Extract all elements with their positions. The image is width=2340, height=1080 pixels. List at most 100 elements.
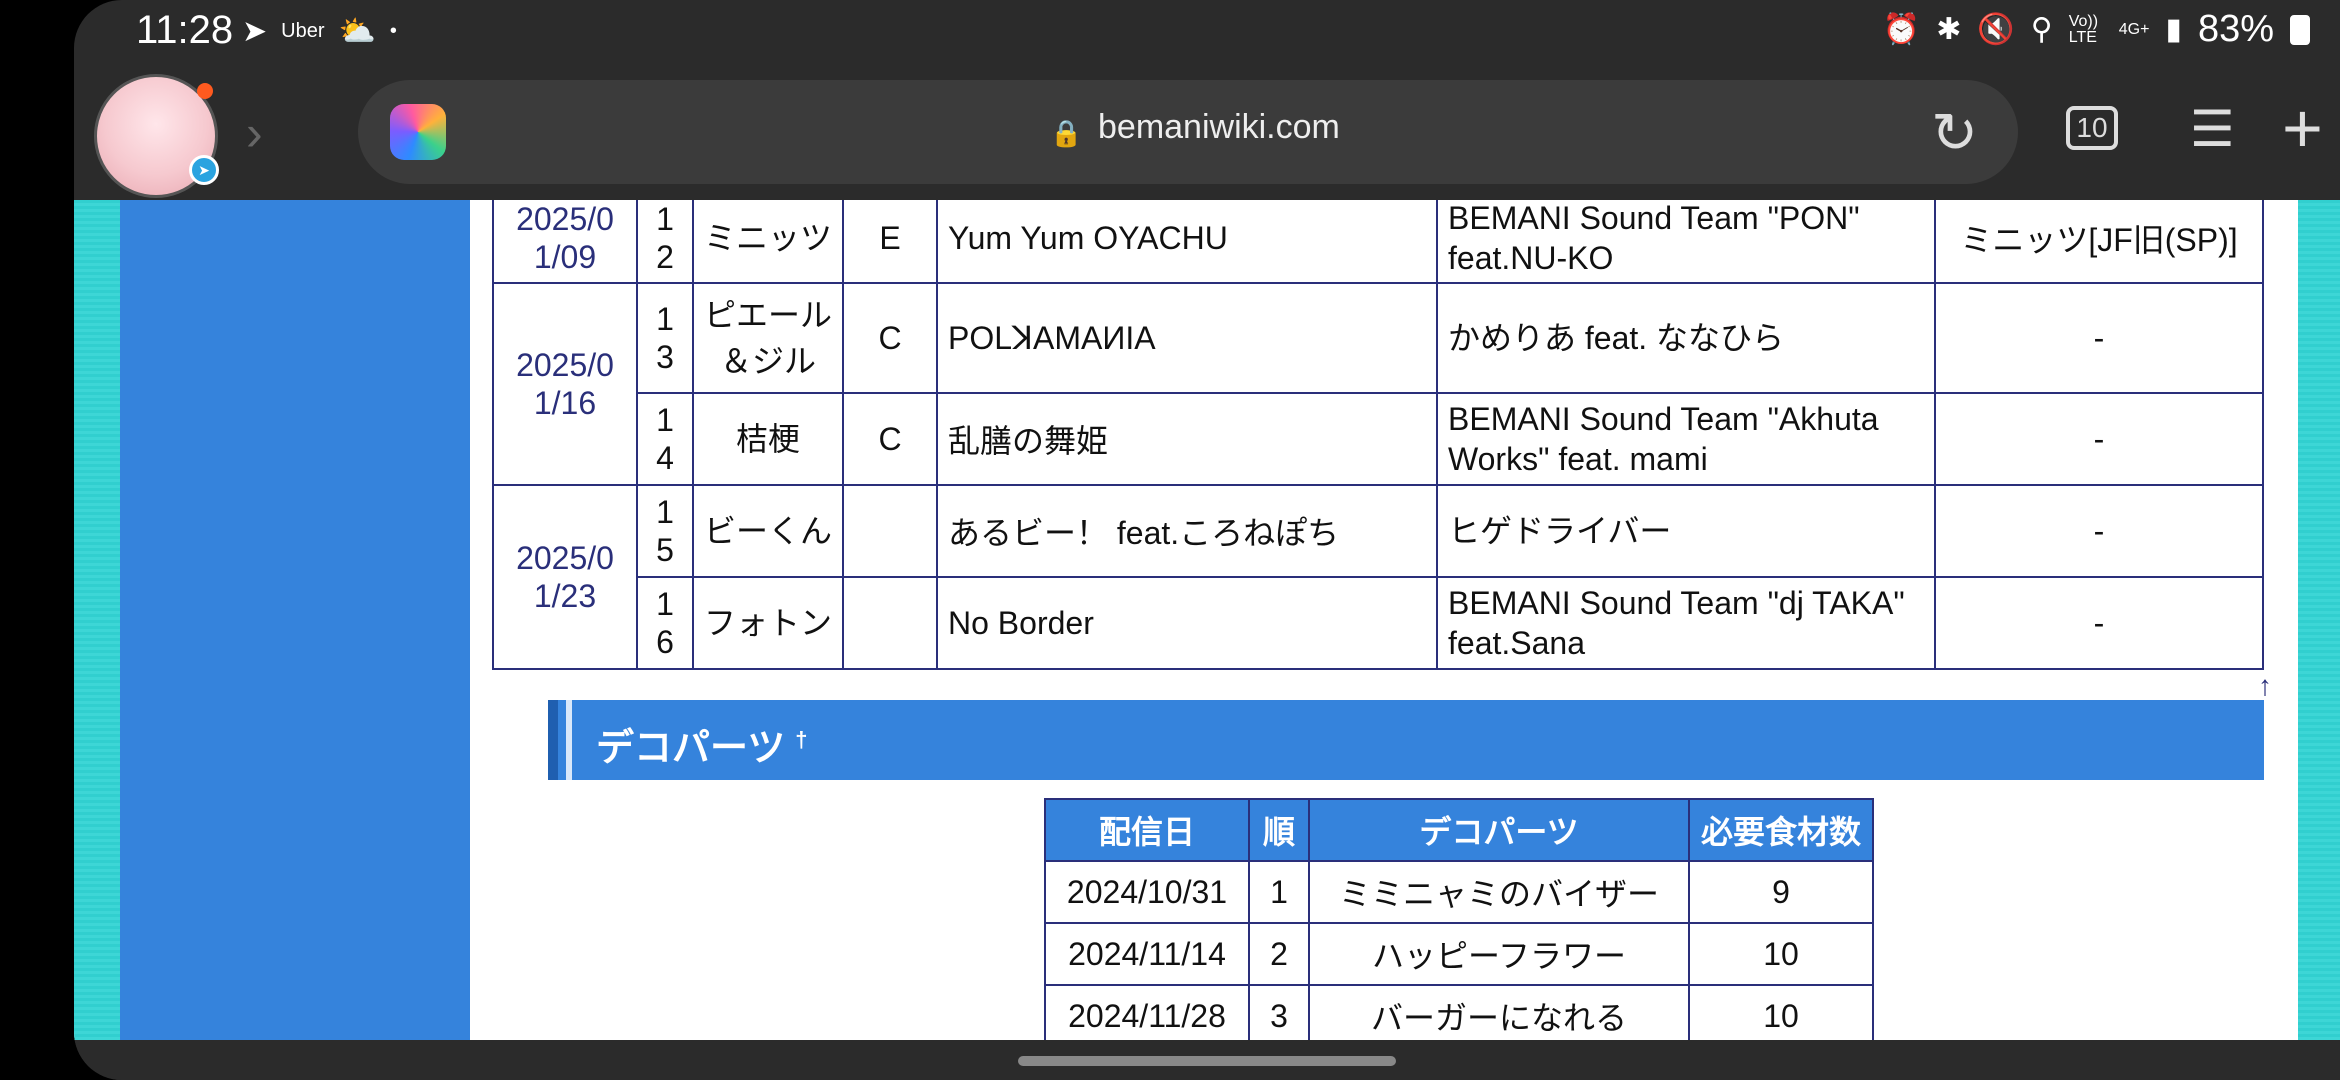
unlock-cell: - xyxy=(1934,282,2264,394)
back-to-top-link[interactable]: ↑ xyxy=(2258,670,2272,702)
song-title-cell: POLꓘAMAИIA xyxy=(936,282,1438,394)
location-icon: ⚲ xyxy=(2030,13,2053,46)
section-heading-bar: デコパーツ † xyxy=(548,700,2264,780)
column-header: 必要食材数 xyxy=(1688,798,1874,862)
section-heading: デコパーツ † xyxy=(566,700,808,780)
artist-cell: BEMANI Sound Team "dj TAKA" feat.Sana xyxy=(1436,576,1936,670)
notification-dot: • xyxy=(389,20,397,42)
character-cell: フォトン xyxy=(692,576,844,670)
page-main: 2025/0 1/09 1 2 ミニッツ E Yum Yum OYACHU BE… xyxy=(470,200,2298,1040)
order-cell: 1 3 xyxy=(636,282,694,394)
difficulty-cell xyxy=(842,484,938,578)
order-cell: 2 xyxy=(1248,922,1310,986)
home-gesture-handle[interactable] xyxy=(1018,1056,1396,1066)
date-cell: 2024/11/14 xyxy=(1044,922,1250,986)
date-cell: 2025/0 1/16 xyxy=(492,282,638,486)
lock-icon[interactable]: 🔒 xyxy=(1050,118,1082,149)
song-title-cell: Yum Yum OYACHU xyxy=(936,200,1438,284)
volte-icon: Vo)) LTE xyxy=(2068,12,2099,46)
forward-icon[interactable]: › xyxy=(246,104,263,162)
new-tab-icon[interactable]: + xyxy=(2282,88,2323,168)
status-left-icons: ➤ Uber ⛅ • xyxy=(242,14,397,49)
order-cell: 1 xyxy=(1248,860,1310,924)
table-row: 1 6 フォトン No Border BEMANI Sound Team "dj… xyxy=(493,576,2264,670)
page-sidebar xyxy=(120,200,470,1040)
telegram-badge-icon: ➤ xyxy=(189,155,219,185)
unlock-cell: - xyxy=(1934,484,2264,578)
status-time: 11:28 xyxy=(136,8,234,52)
browser-toolbar: ➤ › 🔒 bemaniwiki.com ↻ 10 ☰ + xyxy=(74,66,2340,200)
mute-icon: 🔇 xyxy=(1977,13,2015,46)
deco-part-cell: バーガーになれる xyxy=(1308,984,1690,1040)
unlock-cell: - xyxy=(1934,392,2264,486)
url-text[interactable]: bemaniwiki.com xyxy=(1098,108,1340,147)
reload-icon[interactable]: ↻ xyxy=(1931,100,1978,166)
telegram-icon: ➤ xyxy=(242,15,268,48)
difficulty-cell: C xyxy=(842,282,938,394)
date-cell: 2025/0 1/23 xyxy=(492,484,638,670)
table-row: 2025/0 1/09 1 2 ミニッツ E Yum Yum OYACHU BE… xyxy=(492,200,2264,284)
artist-cell: BEMANI Sound Team "PON" feat.NU-KO xyxy=(1436,200,1936,284)
address-bar[interactable]: 🔒 bemaniwiki.com ↻ xyxy=(358,80,2018,184)
table-header-row: 配信日 順 デコパーツ 必要食材数 xyxy=(1044,798,1874,862)
song-title-cell: No Border xyxy=(936,576,1438,670)
ingredient-count-cell: 10 xyxy=(1688,922,1874,986)
page-right-border xyxy=(2294,200,2340,1040)
unlock-cell: - xyxy=(1934,576,2264,670)
table-row: 2024/11/14 2 ハッピーフラワー 10 xyxy=(1044,922,1874,986)
character-cell: ミニッツ xyxy=(692,200,844,284)
date-cell: 2025/0 1/09 xyxy=(492,200,638,284)
uber-icon: Uber xyxy=(281,20,325,42)
song-title-cell: あるビー！ feat.ころねぽち xyxy=(936,484,1438,578)
network-type-icon: 4G+ xyxy=(2118,20,2150,38)
battery-icon xyxy=(2290,14,2310,45)
status-right-icons: ⏰ ✱ 🔇 ⚲ Vo)) LTE 4G+ ▮ 83% xyxy=(1883,8,2310,51)
artist-cell: ヒゲドライバー xyxy=(1436,484,1936,578)
bluetooth-icon: ✱ xyxy=(1936,13,1962,46)
order-cell: 1 6 xyxy=(636,576,694,670)
unlock-cell: ミニッツ[JF旧(SP)] xyxy=(1934,200,2264,284)
ingredient-count-cell: 10 xyxy=(1688,984,1874,1040)
phone-screen: 11:28 ➤ Uber ⛅ • ⏰ ✱ 🔇 ⚲ Vo)) LTE 4G+ ▮ … xyxy=(74,0,2340,1080)
tab-count-button[interactable]: 10 xyxy=(2066,106,2118,150)
difficulty-cell xyxy=(842,576,938,670)
date-cell: 2024/10/31 xyxy=(1044,860,1250,924)
battery-percent: 83% xyxy=(2197,8,2274,50)
order-cell: 1 4 xyxy=(636,392,694,486)
gesture-nav-bar xyxy=(74,1040,2340,1080)
page-left-border xyxy=(74,200,120,1040)
difficulty-cell: C xyxy=(842,392,938,486)
character-cell: ピエール＆ジル xyxy=(692,282,844,394)
web-content[interactable]: 2025/0 1/09 1 2 ミニッツ E Yum Yum OYACHU BE… xyxy=(74,200,2340,1040)
deco-part-cell: ミミニャミのバイザー xyxy=(1308,860,1690,924)
column-header: デコパーツ xyxy=(1308,798,1690,862)
section-anchor-link[interactable]: † xyxy=(795,727,807,752)
table-row: 2024/11/28 3 バーガーになれる 10 xyxy=(1044,984,1874,1040)
table-row: 2024/10/31 1 ミミニャミのバイザー 9 xyxy=(1044,860,1874,924)
section-heading-text: デコパーツ xyxy=(596,727,786,770)
date-cell: 2024/11/28 xyxy=(1044,984,1250,1040)
order-cell: 1 2 xyxy=(636,200,694,284)
deco-part-cell: ハッピーフラワー xyxy=(1308,922,1690,986)
character-cell: ビーくん xyxy=(692,484,844,578)
copilot-icon[interactable] xyxy=(390,104,446,160)
signal-icon: ▮ xyxy=(2165,13,2182,46)
deco-parts-table: 配信日 順 デコパーツ 必要食材数 2024/10/31 1 ミミニャミのバイザ… xyxy=(1044,798,1874,1040)
profile-avatar[interactable]: ➤ xyxy=(94,74,219,198)
avatar-notification-dot xyxy=(197,83,213,99)
table-row: 2025/0 1/23 1 5 ビーくん あるビー！ feat.ころねぽち ヒゲ… xyxy=(492,484,2264,670)
menu-icon[interactable]: ☰ xyxy=(2190,100,2235,158)
column-header: 配信日 xyxy=(1044,798,1250,862)
songs-table: 2025/0 1/09 1 2 ミニッツ E Yum Yum OYACHU BE… xyxy=(492,200,2264,670)
alarm-icon: ⏰ xyxy=(1882,13,1921,46)
status-bar: 11:28 ➤ Uber ⛅ • ⏰ ✱ 🔇 ⚲ Vo)) LTE 4G+ ▮ … xyxy=(74,0,2340,66)
table-row: 1 4 桔梗 C 乱膳の舞姫 BEMANI Sound Team "Akhuta… xyxy=(493,392,2264,486)
ingredient-count-cell: 9 xyxy=(1688,860,1874,924)
character-cell: 桔梗 xyxy=(692,392,844,486)
artist-cell: BEMANI Sound Team "Akhuta Works" feat. m… xyxy=(1436,392,1936,486)
column-header: 順 xyxy=(1248,798,1310,862)
order-cell: 1 5 xyxy=(636,484,694,578)
difficulty-cell: E xyxy=(842,200,938,284)
song-title-cell: 乱膳の舞姫 xyxy=(936,392,1438,486)
artist-cell: かめりあ feat. ななひら xyxy=(1436,282,1936,394)
